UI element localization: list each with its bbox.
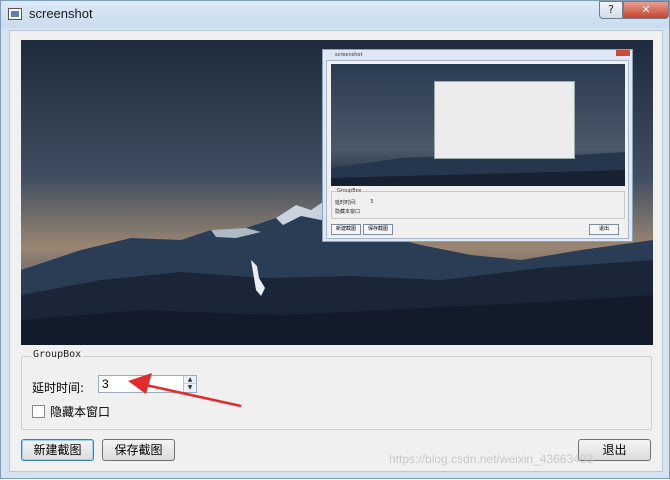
app-window: screenshot ? ✕ screenshot GroupBox 延时时间:… [0,0,670,479]
annotation-arrow-icon [128,373,242,408]
